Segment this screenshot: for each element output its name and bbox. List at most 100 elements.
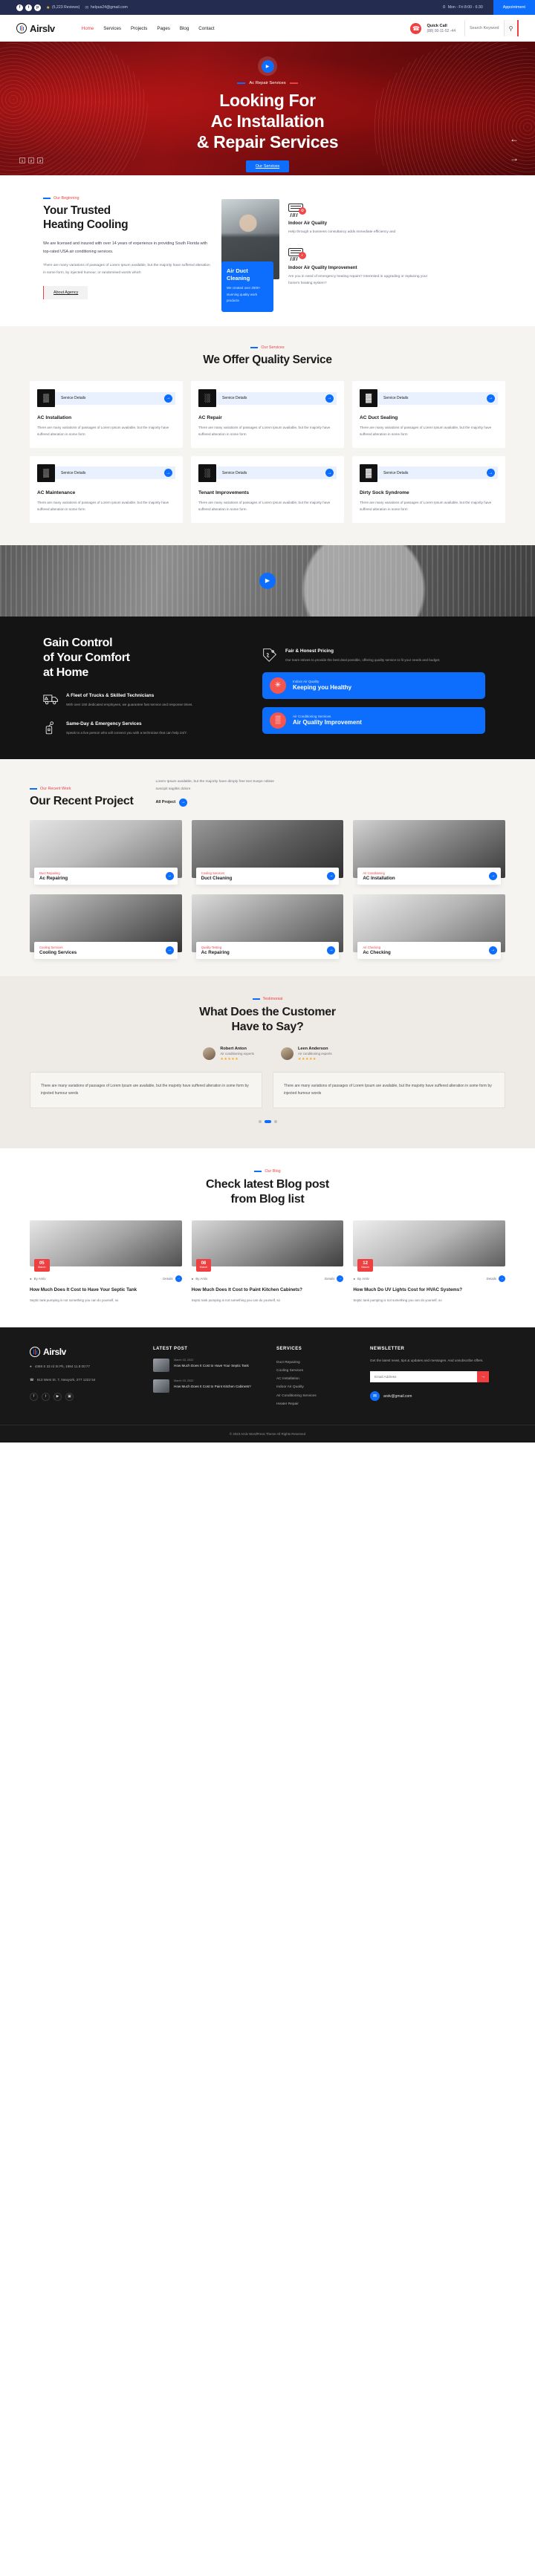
- project-title: Cooling Services: [39, 949, 77, 955]
- email-info[interactable]: ✉ helpus24@gmail.com: [85, 5, 128, 10]
- arrow-right-icon[interactable]: →: [165, 946, 174, 954]
- arrow-right-icon[interactable]: →: [489, 871, 497, 880]
- footer-contact-email[interactable]: ✉ arslv@gmail.com: [370, 1391, 489, 1402]
- about-section: Our Beginning Your Trusted Heating Cooli…: [0, 175, 535, 326]
- hero-cta-button[interactable]: Our Services: [245, 160, 290, 173]
- footer-service-link[interactable]: AC Installation: [276, 1375, 358, 1383]
- service-card[interactable]: ▓ Service Details → AC Duct Sealing Ther…: [352, 381, 505, 448]
- footer-social-links[interactable]: f t ▶ ▣: [30, 1392, 141, 1401]
- pagination-dot[interactable]: [258, 1119, 262, 1123]
- testimonial-person[interactable]: Robert Anton Air conditioning experts ★★…: [203, 1047, 254, 1061]
- hero-next-arrow-icon[interactable]: →: [510, 153, 519, 163]
- service-card[interactable]: ▒ Service Details → AC Maintenance There…: [30, 455, 183, 523]
- service-details-button[interactable]: Service Details →: [55, 391, 175, 405]
- twitter-icon[interactable]: t: [42, 1392, 50, 1401]
- about-agency-button[interactable]: About Agency: [43, 286, 88, 300]
- social-links[interactable]: f t p: [16, 4, 41, 11]
- project-card[interactable]: Air Checking Ac Checking →: [353, 894, 505, 959]
- footer-service-link[interactable]: Heater Repair: [276, 1400, 358, 1408]
- footer-service-link[interactable]: Duct Repairing: [276, 1359, 358, 1367]
- arrow-right-icon[interactable]: →: [489, 946, 497, 954]
- envelope-icon: ✉: [370, 1391, 380, 1402]
- hero-prev-arrow-icon[interactable]: ←: [510, 134, 519, 144]
- air-duct-cleaning-card[interactable]: Air Duct Cleaning We created over 2000+ …: [221, 261, 273, 312]
- testimonial-person[interactable]: Leen Anderson Air conditioning experts ★…: [281, 1047, 332, 1061]
- blog-details-link[interactable]: Details →: [163, 1275, 182, 1282]
- nav-item-home[interactable]: Home: [82, 26, 94, 31]
- youtube-icon[interactable]: ▶: [54, 1392, 62, 1401]
- promo-card-air-quality[interactable]: ▒ Air Conditioning Services Air Quality …: [262, 706, 485, 734]
- appointment-button[interactable]: Appointment: [493, 0, 535, 15]
- arrow-right-icon[interactable]: →: [165, 871, 174, 880]
- person-name: Robert Anton: [220, 1046, 247, 1051]
- testimonial-title-line1: What Does the Customer: [199, 1005, 336, 1018]
- twitter-icon[interactable]: t: [25, 4, 32, 11]
- arrow-right-icon[interactable]: →: [327, 946, 336, 954]
- nav-item-blog[interactable]: Blog: [180, 26, 189, 31]
- logo[interactable]: Airslv: [16, 23, 55, 34]
- project-card[interactable]: Air Conditioning AC Installation →: [353, 819, 505, 885]
- nav-item-contact[interactable]: Contact: [198, 26, 214, 31]
- service-card[interactable]: ░ Service Details → AC Repair There are …: [191, 381, 344, 448]
- nav-item-pages[interactable]: Pages: [157, 26, 170, 31]
- hero-slider-dots[interactable]: 1 2 3: [19, 157, 43, 163]
- nav-item-services[interactable]: Services: [103, 26, 121, 31]
- nav-item-projects[interactable]: Projects: [131, 26, 147, 31]
- facebook-icon[interactable]: f: [16, 4, 23, 11]
- slide-3[interactable]: 3: [37, 157, 43, 163]
- service-details-button[interactable]: Service Details →: [216, 391, 337, 405]
- blog-details-link[interactable]: Details →: [487, 1275, 505, 1282]
- service-details-button[interactable]: Service Details →: [55, 466, 175, 480]
- wifi-badge-icon: ◐: [299, 251, 306, 259]
- service-details-button[interactable]: Service Details →: [377, 391, 498, 405]
- footer-service-link[interactable]: Air Conditioning Services: [276, 1392, 358, 1400]
- search-input[interactable]: [465, 22, 504, 34]
- pinterest-icon[interactable]: p: [34, 4, 41, 11]
- pagination-dot-active[interactable]: [264, 1119, 271, 1123]
- all-projects-button[interactable]: All Project →: [156, 798, 281, 807]
- projects-eyebrow: Our Recent Work: [30, 787, 134, 791]
- video-play-button[interactable]: ▶: [259, 572, 276, 589]
- testimonial-pagination[interactable]: [30, 1119, 505, 1123]
- service-card[interactable]: ▒ Service Details → AC Installation Ther…: [30, 381, 183, 448]
- blog-card[interactable]: 08 March ● By Arslv Details → How Much D…: [191, 1220, 344, 1304]
- service-card[interactable]: ░ Service Details → Tenant Improvements …: [191, 455, 344, 523]
- slide-2[interactable]: 2: [28, 157, 34, 163]
- footer-post[interactable]: March 03, 2022 How Much Does It Cost to …: [153, 1359, 265, 1373]
- blog-card[interactable]: 12 March ● By Arslv Details → How Much D…: [353, 1220, 505, 1304]
- slide-1[interactable]: 1: [19, 157, 25, 163]
- project-card[interactable]: Duct Repairing Ac Repairing →: [30, 819, 182, 885]
- service-details-button[interactable]: Service Details →: [216, 466, 337, 480]
- service-card[interactable]: ▓ Service Details → Dirty Sock Syndrome …: [352, 455, 505, 523]
- footer-logo[interactable]: Airslv: [30, 1347, 141, 1358]
- blog-card[interactable]: 05 March ● By Arslv Details → How Much D…: [30, 1220, 182, 1304]
- project-card[interactable]: Cooling Services Duct Cleaning →: [191, 819, 344, 885]
- footer-post[interactable]: March 03, 2022 How Much Does It Cost to …: [153, 1379, 265, 1393]
- gain-feature-emergency: Same-Day & Emergency Services Speak to a…: [43, 721, 249, 737]
- search-icon[interactable]: ⚲: [504, 20, 519, 36]
- feature-body: Are you in need of emergency heating rep…: [288, 274, 428, 286]
- promo-card-healthy[interactable]: ✳ Indoor Air Quality Keeping you Healthy: [262, 671, 485, 699]
- newsletter-form[interactable]: →: [370, 1371, 489, 1383]
- hero-play-button[interactable]: ▶: [258, 56, 277, 76]
- arrow-right-icon[interactable]: →: [327, 871, 336, 880]
- footer-services-list[interactable]: Duct Repairing Cooling Services AC Insta…: [276, 1359, 358, 1408]
- newsletter-email-input[interactable]: [370, 1371, 477, 1383]
- search-box[interactable]: ⚲: [464, 20, 519, 36]
- service-title: AC Maintenance: [37, 489, 76, 495]
- promo-title: Keeping you Healthy: [293, 684, 352, 692]
- footer-service-link[interactable]: Indoor Air Quality: [276, 1383, 358, 1391]
- project-tag: Air Conditioning AC Installation →: [357, 867, 501, 885]
- newsletter-submit-button[interactable]: →: [477, 1371, 489, 1383]
- project-card[interactable]: Cooling Services Cooling Services →: [30, 894, 182, 959]
- blog-details-link[interactable]: Details →: [325, 1275, 344, 1282]
- pagination-dot[interactable]: [273, 1119, 277, 1123]
- main-nav[interactable]: Home Services Projects Pages Blog Contac…: [82, 26, 215, 31]
- blog-image: 12 March: [353, 1220, 505, 1272]
- instagram-icon[interactable]: ▣: [65, 1392, 74, 1401]
- footer-service-link[interactable]: Cooling Services: [276, 1367, 358, 1375]
- service-details-button[interactable]: Service Details →: [377, 466, 498, 480]
- project-card[interactable]: Quality Testing Ac Repairing →: [191, 894, 344, 959]
- facebook-icon[interactable]: f: [30, 1392, 38, 1401]
- projects-eyebrow-label: Our Recent Work: [40, 786, 71, 791]
